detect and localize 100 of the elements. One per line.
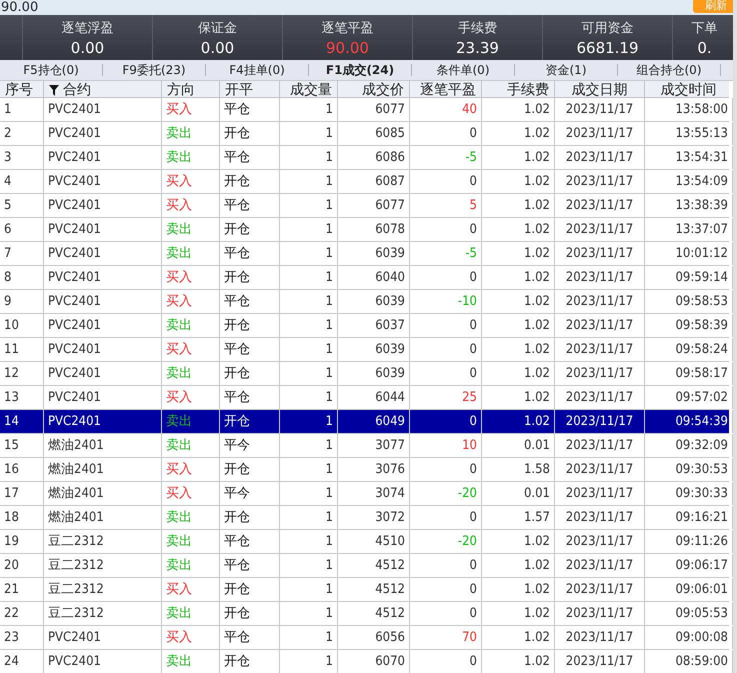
table-cell: 3072 <box>338 506 410 529</box>
table-cell: 1 <box>280 578 338 601</box>
tab[interactable]: F4挂单(0) <box>206 64 309 76</box>
table-cell: 开仓 <box>220 602 280 625</box>
table-cell: 2023/11/17 <box>555 194 645 217</box>
table-cell: 2023/11/17 <box>555 554 645 577</box>
tab[interactable]: F5持仓(0) <box>0 64 103 76</box>
table-cell: PVC2401 <box>44 362 162 385</box>
table-cell: 24 <box>0 650 44 673</box>
table-cell: 17 <box>0 482 44 505</box>
table-cell: PVC2401 <box>44 242 162 265</box>
table-cell: 09:00:08 <box>645 626 733 649</box>
table-cell: 18 <box>0 506 44 529</box>
table-cell: 1 <box>280 194 338 217</box>
table-cell: 卖出 <box>166 558 192 573</box>
table-cell: 卖出 <box>166 126 192 141</box>
table-cell: 1.02 <box>482 170 555 193</box>
table-cell: 0 <box>470 606 477 621</box>
table-cell: 1 <box>280 482 338 505</box>
table-cell: 买入 <box>166 582 192 597</box>
table-cell: 卖出 <box>166 222 192 237</box>
table-cell: 2023/11/17 <box>555 386 645 409</box>
table-cell: 6049 <box>338 410 410 433</box>
table-cell: 13:54:09 <box>645 170 733 193</box>
table-cell: 6086 <box>338 146 410 169</box>
table-cell: 1 <box>280 650 338 673</box>
stat-label: 下单 <box>692 20 718 36</box>
table-cell: 6085 <box>338 122 410 145</box>
table-cell: 0 <box>470 654 477 669</box>
table-cell: PVC2401 <box>44 338 162 361</box>
tab[interactable]: F1成交(24) <box>309 64 412 76</box>
table-cell: 25 <box>462 390 477 405</box>
table-cell: 6078 <box>338 218 410 241</box>
table-cell: PVC2401 <box>44 266 162 289</box>
filter-icon[interactable] <box>49 84 59 96</box>
table-cell: 23 <box>0 626 44 649</box>
table-cell: 2023/11/17 <box>555 602 645 625</box>
table-cell: 豆二2312 <box>44 602 162 625</box>
table-cell: 燃油2401 <box>44 434 162 457</box>
table-cell: 2023/11/17 <box>555 362 645 385</box>
table-cell: 1.02 <box>482 650 555 673</box>
table-cell: 3074 <box>338 482 410 505</box>
table-cell: 卖出 <box>166 414 192 429</box>
table-cell: 平仓 <box>220 290 280 313</box>
table-cell: 2023/11/17 <box>555 482 645 505</box>
table-cell: -20 <box>458 486 477 501</box>
stat-value: 0.00 <box>70 38 104 56</box>
table-cell: 1 <box>280 290 338 313</box>
table-cell: 开仓 <box>220 506 280 529</box>
table-cell: 09:59:14 <box>645 266 733 289</box>
table-cell: 1.02 <box>482 266 555 289</box>
table-cell: 卖出 <box>166 438 192 453</box>
table-cell: 2023/11/17 <box>555 410 645 433</box>
table-cell: 6039 <box>338 290 410 313</box>
table-cell: 1 <box>280 314 338 337</box>
table-cell: 6037 <box>338 314 410 337</box>
table-cell: 1 <box>280 410 338 433</box>
stat-value: 90.00 <box>326 38 369 56</box>
table-cell: 豆二2312 <box>44 554 162 577</box>
table-cell: 1.58 <box>482 458 555 481</box>
table-cell: 0.01 <box>482 434 555 457</box>
table-cell: 卖出 <box>166 366 192 381</box>
table-cell: 6087 <box>338 170 410 193</box>
table-cell: 0 <box>470 414 477 429</box>
table-cell: 40 <box>462 102 477 117</box>
table-cell: 1 <box>280 386 338 409</box>
table-cell: 13:54:31 <box>645 146 733 169</box>
table-cell: 4510 <box>338 530 410 553</box>
table-cell: 13:55:13 <box>645 122 733 145</box>
table-cell: 开仓 <box>220 122 280 145</box>
table-cell: 卖出 <box>166 606 192 621</box>
table-cell: 豆二2312 <box>44 530 162 553</box>
table-cell: 21 <box>0 578 44 601</box>
table-cell: 卖出 <box>166 654 192 669</box>
table-cell: 1.02 <box>482 362 555 385</box>
table-cell: 0 <box>470 510 477 525</box>
table-cell: 2023/11/17 <box>555 146 645 169</box>
table-cell: 0.01 <box>482 482 555 505</box>
table-cell: 1.02 <box>482 386 555 409</box>
table-cell: 1 <box>280 242 338 265</box>
table-cell: 2023/11/17 <box>555 266 645 289</box>
table-cell: 卖出 <box>166 246 192 261</box>
table-cell: 16 <box>0 458 44 481</box>
table-cell: 6040 <box>338 266 410 289</box>
table-cell: 2023/11/17 <box>555 434 645 457</box>
table-cell: 09:54:39 <box>645 410 733 433</box>
table-cell: PVC2401 <box>44 170 162 193</box>
table-cell: 买入 <box>166 102 192 117</box>
table-cell: 11 <box>0 338 44 361</box>
table-cell: 1.02 <box>482 242 555 265</box>
table-cell: 70 <box>462 630 477 645</box>
tab[interactable]: F9委托(23) <box>103 64 206 76</box>
tab[interactable]: 组合持仓(0) <box>618 64 721 76</box>
table-cell: 0 <box>470 222 477 237</box>
table-cell: 2023/11/17 <box>555 314 645 337</box>
table-cell: 1.02 <box>482 410 555 433</box>
tab[interactable]: 条件单(0) <box>412 64 515 76</box>
tab[interactable]: 资金(1) <box>515 64 618 76</box>
table-cell: PVC2401 <box>44 410 162 433</box>
table-cell: 1 <box>280 458 338 481</box>
